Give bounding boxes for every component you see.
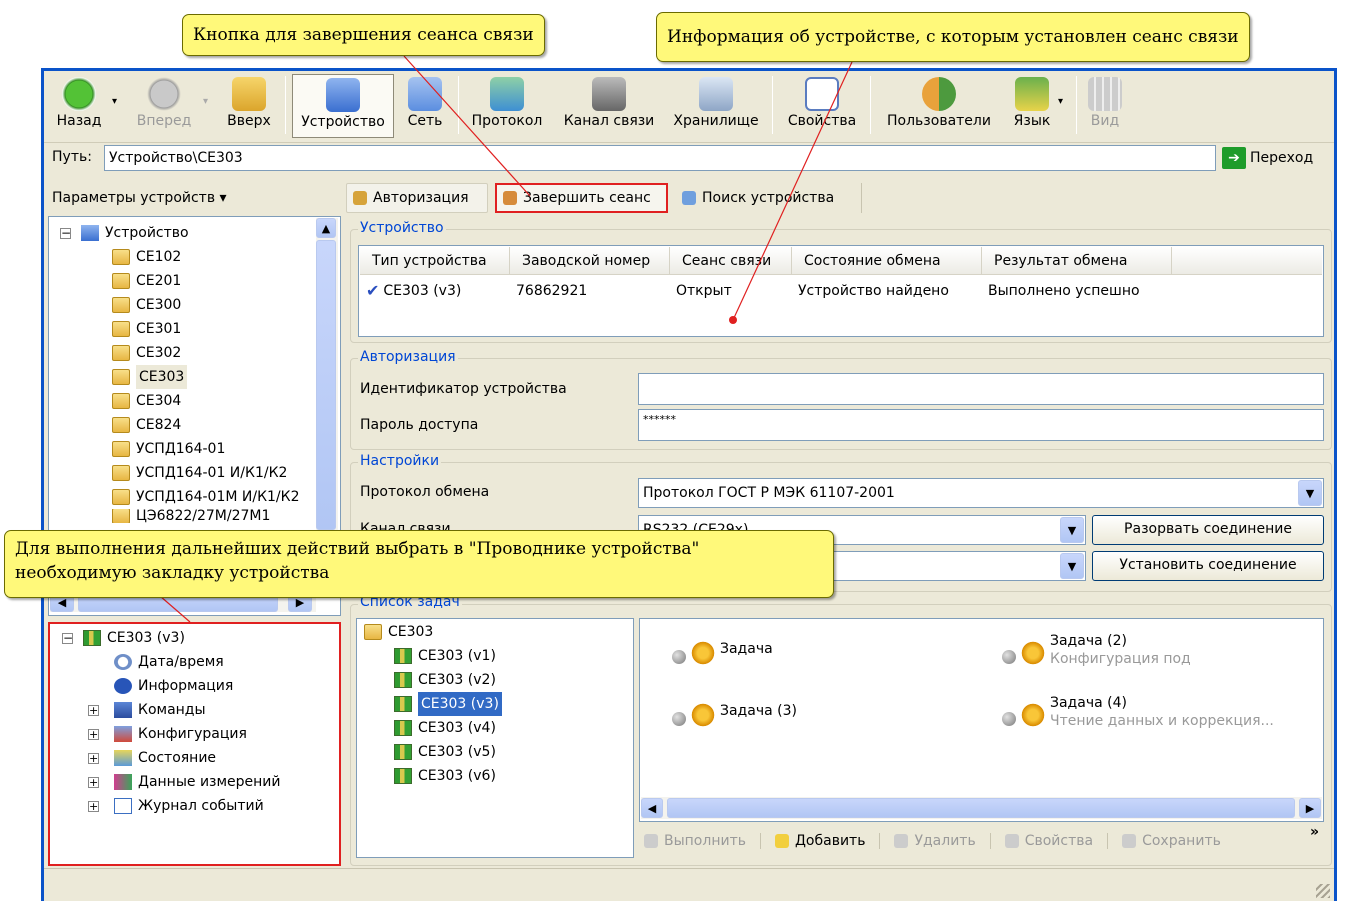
screenshot-stage: { "callouts": { "end_session": "Кнопка д…	[0, 0, 1345, 901]
callout-bookmark: Для выполнения дальнейших действий выбра…	[4, 530, 834, 598]
annotation-line-bookmark	[159, 595, 191, 623]
annotation-lines	[159, 55, 853, 623]
annotation-line-device-info	[732, 61, 853, 321]
annotation-dot	[729, 316, 737, 324]
callout-device-info: Информация об устройстве, с которым уста…	[656, 12, 1250, 62]
callout-end-session: Кнопка для завершения сеанса связи	[182, 14, 545, 56]
annotation-line-end-session	[403, 55, 531, 197]
